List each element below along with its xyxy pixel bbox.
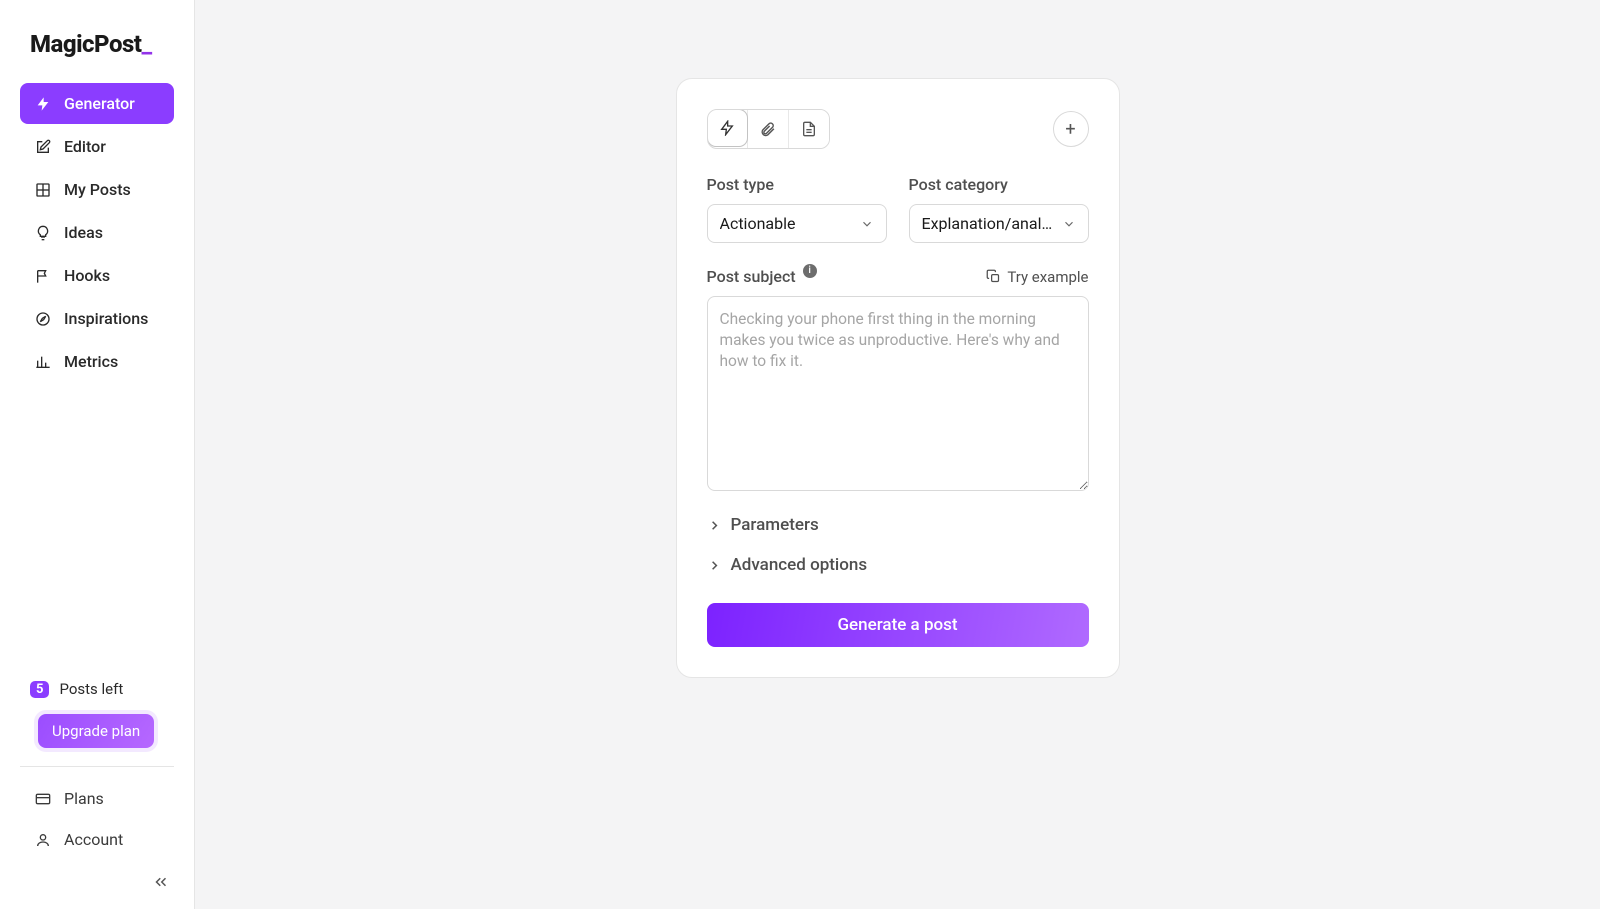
paperclip-icon: [759, 121, 776, 138]
main-content: + Post type Actionable Post category Exp…: [195, 0, 1600, 909]
advanced-options-toggle[interactable]: Advanced options: [707, 555, 1089, 575]
posts-left: 5 Posts left: [20, 676, 174, 702]
sidebar-item-my-posts[interactable]: My Posts: [20, 169, 174, 210]
try-example-label: Try example: [1007, 268, 1088, 286]
tab-document[interactable]: [788, 110, 829, 148]
bolt-icon: [719, 120, 735, 136]
post-category-value: Explanation/analysis: [922, 214, 1056, 233]
credit-card-icon: [34, 790, 52, 808]
sidebar-item-label: Hooks: [64, 266, 110, 285]
tab-bolt[interactable]: [707, 109, 748, 147]
sidebar-item-label: Metrics: [64, 352, 118, 371]
post-type-label: Post type: [707, 175, 887, 194]
parameters-label: Parameters: [731, 515, 819, 535]
sidebar-item-hooks[interactable]: Hooks: [20, 255, 174, 296]
flag-icon: [34, 267, 52, 285]
post-type-value: Actionable: [720, 214, 796, 233]
logo: MagicPost_: [0, 0, 194, 83]
subject-header: Post subject i Try example: [707, 267, 1089, 286]
sidebar: MagicPost_ Generator Editor My Posts Ide…: [0, 0, 195, 909]
plus-icon: +: [1065, 119, 1075, 140]
compass-icon: [34, 310, 52, 328]
sidebar-bottom: 5 Posts left Upgrade plan Plans Account: [0, 676, 194, 861]
grid-icon: [34, 181, 52, 199]
lightbulb-icon: [34, 224, 52, 242]
generate-post-button[interactable]: Generate a post: [707, 603, 1089, 647]
post-category-select[interactable]: Explanation/analysis: [909, 204, 1089, 243]
sidebar-item-label: Inspirations: [64, 309, 148, 328]
sidebar-item-metrics[interactable]: Metrics: [20, 341, 174, 382]
card-top-row: +: [707, 109, 1089, 149]
post-type-col: Post type Actionable: [707, 175, 887, 243]
sidebar-item-inspirations[interactable]: Inspirations: [20, 298, 174, 339]
sidebar-item-label: Ideas: [64, 223, 103, 242]
chevron-right-icon: [707, 518, 722, 533]
sidebar-item-generator[interactable]: Generator: [20, 83, 174, 124]
add-button[interactable]: +: [1053, 111, 1089, 147]
post-type-select[interactable]: Actionable: [707, 204, 887, 243]
logo-text: MagicPost: [30, 30, 141, 58]
post-subject-label: Post subject i: [707, 267, 817, 286]
sidebar-item-label: My Posts: [64, 180, 131, 199]
post-category-label: Post category: [909, 175, 1089, 194]
bolt-icon: [34, 95, 52, 113]
copy-icon: [986, 269, 1001, 284]
upgrade-plan-button[interactable]: Upgrade plan: [38, 714, 154, 748]
user-icon: [34, 831, 52, 849]
post-subject-textarea[interactable]: [707, 296, 1089, 491]
sidebar-item-account[interactable]: Account: [20, 820, 174, 859]
sidebar-item-label: Generator: [64, 94, 135, 113]
sidebar-item-label: Editor: [64, 137, 106, 156]
post-category-col: Post category Explanation/analysis: [909, 175, 1089, 243]
logo-cursor: _: [141, 30, 151, 58]
bar-chart-icon: [34, 353, 52, 371]
post-subject-label-text: Post subject: [707, 267, 796, 286]
posts-left-label: Posts left: [59, 680, 123, 698]
chevrons-left-icon: [152, 873, 170, 891]
input-mode-tabs: [707, 109, 830, 149]
tab-attachment[interactable]: [747, 110, 788, 148]
edit-icon: [34, 138, 52, 156]
sidebar-item-plans[interactable]: Plans: [20, 779, 174, 818]
sidebar-collapse-button[interactable]: [152, 861, 194, 909]
info-icon[interactable]: i: [803, 264, 817, 278]
generator-card: + Post type Actionable Post category Exp…: [676, 78, 1120, 678]
sidebar-item-editor[interactable]: Editor: [20, 126, 174, 167]
sidebar-item-ideas[interactable]: Ideas: [20, 212, 174, 253]
chevron-down-icon: [1062, 217, 1076, 231]
try-example-button[interactable]: Try example: [986, 268, 1088, 286]
sidebar-item-label: Plans: [64, 789, 104, 808]
parameters-toggle[interactable]: Parameters: [707, 515, 1089, 535]
posts-left-badge: 5: [30, 681, 49, 698]
sidebar-item-label: Account: [64, 830, 123, 849]
main-nav: Generator Editor My Posts Ideas Hooks: [0, 83, 194, 676]
document-icon: [801, 121, 817, 137]
divider: [20, 766, 174, 767]
advanced-options-label: Advanced options: [731, 555, 868, 575]
chevron-down-icon: [860, 217, 874, 231]
form-row-selects: Post type Actionable Post category Expla…: [707, 175, 1089, 243]
chevron-right-icon: [707, 558, 722, 573]
bottom-nav: Plans Account: [20, 779, 174, 859]
